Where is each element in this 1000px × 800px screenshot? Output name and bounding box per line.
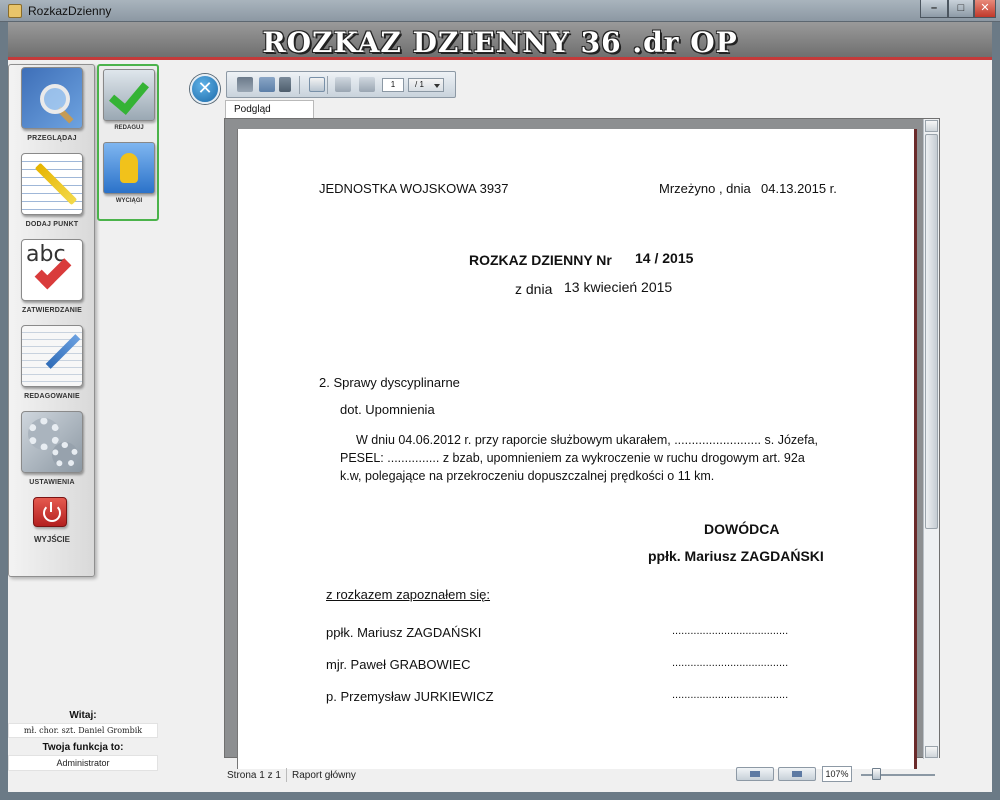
- vertical-scrollbar[interactable]: [923, 119, 939, 759]
- subpanel-item-label: REDAGUJ: [114, 125, 144, 131]
- signature-name: ppłk. Mariusz ZAGDAŃSKI: [326, 625, 482, 640]
- report-name: Raport główny: [292, 770, 356, 781]
- subpanel-item-label: WYCIĄGI: [115, 198, 143, 204]
- signature-line: ......................................: [672, 657, 789, 669]
- notepad-pencil-icon: [21, 153, 83, 215]
- document-date: 04.13.2015 r.: [761, 181, 837, 196]
- function-label: Twoja funkcja to:: [42, 742, 124, 753]
- save-icon[interactable]: [279, 77, 291, 92]
- total-pages-dropdown[interactable]: / 1: [408, 78, 444, 92]
- gears-icon: [21, 411, 83, 473]
- window-title: RozkazDzienny: [28, 4, 112, 18]
- print-icon[interactable]: [237, 77, 253, 92]
- abc-check-icon: abc: [21, 239, 83, 301]
- first-page-icon[interactable]: [335, 77, 351, 92]
- tab-preview[interactable]: Podgląd: [225, 100, 314, 119]
- user-function: Administrator: [8, 755, 158, 771]
- sidebar-item-zatwierdzanie[interactable]: abc ZATWIERDZANIE: [13, 239, 91, 314]
- signature-line: ......................................: [672, 625, 789, 637]
- sidebar-item-label: DODAJ PUNKT: [25, 221, 79, 228]
- report-toolbar: 1 / 1: [226, 71, 456, 98]
- unit-name: JEDNOSTKA WOJSKOWA 3937: [319, 181, 509, 196]
- exit-label[interactable]: WYJŚCIE: [13, 535, 91, 544]
- app-icon: [8, 4, 22, 18]
- power-icon[interactable]: [33, 497, 67, 527]
- sidebar-item-dodaj-punkt[interactable]: DODAJ PUNKT: [13, 153, 91, 228]
- sidebar-item-label: PRZEGLĄDAJ: [27, 135, 77, 142]
- edit-document-icon: [21, 325, 83, 387]
- scroll-down-icon[interactable]: [925, 746, 938, 758]
- sidebar-item-label: ZATWIERDZANIE: [21, 307, 83, 314]
- export-icon[interactable]: [259, 77, 275, 92]
- body-line-3: k.w, polegające na przekroczeniu dopuszc…: [340, 469, 715, 483]
- report-viewer: JEDNOSTKA WOJSKOWA 3937 Mrzeżyno , dnia …: [224, 118, 940, 769]
- signature-line: ......................................: [672, 689, 789, 701]
- current-page-input[interactable]: 1: [382, 78, 404, 92]
- body-line-2: PESEL: ............... z bzab, upomnieni…: [340, 451, 805, 465]
- window-titlebar: RozkazDzienny – □ ✕: [0, 0, 1000, 22]
- subpanel-item-wyciagi[interactable]: WYCIĄGI: [102, 142, 156, 204]
- body-line-1: W dniu 04.06.2012 r. przy raporcie służb…: [356, 433, 818, 447]
- app-window: ROZKAZ DZIENNY 36 .dr OP PRZEGLĄDAJ DODA…: [8, 22, 992, 792]
- acknowledged-label: z rozkazem zapoznałem się:: [326, 587, 491, 602]
- user-info: Witaj: mł. chor. szt. Daniel Grombik Two…: [8, 710, 158, 775]
- section-heading: 2. Sprawy dyscyplinarne: [319, 375, 460, 390]
- scroll-up-icon[interactable]: [925, 120, 938, 132]
- scroll-thumb[interactable]: [925, 134, 938, 529]
- zoom-value[interactable]: 107%: [822, 766, 852, 782]
- order-date-prefix: z dnia: [515, 281, 553, 297]
- sidebar-item-redagowanie[interactable]: REDAGOWANIE: [13, 325, 91, 400]
- commander-title: DOWÓDCA: [704, 521, 780, 537]
- order-number: 14 / 2015: [635, 250, 694, 266]
- close-window-button[interactable]: ✕: [974, 0, 996, 18]
- zoom-slider-handle[interactable]: [871, 768, 881, 780]
- order-title: ROZKAZ DZIENNY Nr: [469, 252, 612, 268]
- app-header-title: ROZKAZ DZIENNY 36 .dr OP: [262, 26, 738, 59]
- report-page: JEDNOSTKA WOJSKOWA 3937 Mrzeżyno , dnia …: [237, 129, 914, 769]
- fit-width-icon[interactable]: [736, 767, 774, 781]
- chevron-down-icon: [434, 84, 440, 88]
- runner-icon: [103, 142, 155, 194]
- maximize-button[interactable]: □: [948, 0, 974, 18]
- signature-name: mjr. Paweł GRABOWIEC: [326, 657, 471, 672]
- status-bar: Strona 1 z 1 Raport główny 107%: [224, 764, 940, 786]
- folder-check-icon: [103, 69, 155, 121]
- sidebar-item-label: REDAGOWANIE: [24, 393, 80, 400]
- magnifier-book-icon: [21, 67, 83, 129]
- app-header: ROZKAZ DZIENNY 36 .dr OP: [8, 22, 992, 60]
- commander-name: ppłk. Mariusz ZAGDAŃSKI: [648, 548, 824, 564]
- subpanel-item-redaguj[interactable]: REDAGUJ: [102, 69, 156, 131]
- fit-page-icon[interactable]: [778, 767, 816, 781]
- subpanel: REDAGUJ WYCIĄGI: [97, 64, 159, 221]
- copy-icon[interactable]: [309, 77, 325, 92]
- sidebar-item-ustawienia[interactable]: USTAWIENIA: [13, 411, 91, 486]
- previous-page-icon[interactable]: [359, 77, 375, 92]
- welcome-label: Witaj:: [69, 710, 97, 721]
- page-info: Strona 1 z 1: [227, 770, 281, 781]
- minimize-button[interactable]: –: [920, 0, 948, 18]
- sidebar-item-przegladaj[interactable]: PRZEGLĄDAJ: [13, 67, 91, 142]
- sidebar-item-label: USTAWIENIA: [29, 479, 75, 486]
- close-report-button[interactable]: ✕: [190, 74, 220, 104]
- subject-line: dot. Upomnienia: [340, 402, 435, 417]
- sidebar: PRZEGLĄDAJ DODAJ PUNKT abc ZATWIERDZANIE…: [8, 64, 95, 577]
- order-date: 13 kwiecień 2015: [564, 279, 673, 295]
- user-name: mł. chor. szt. Daniel Grombik: [8, 723, 158, 738]
- place-date-label: Mrzeżyno , dnia: [659, 181, 751, 196]
- signature-name: p. Przemysław JURKIEWICZ: [326, 689, 494, 704]
